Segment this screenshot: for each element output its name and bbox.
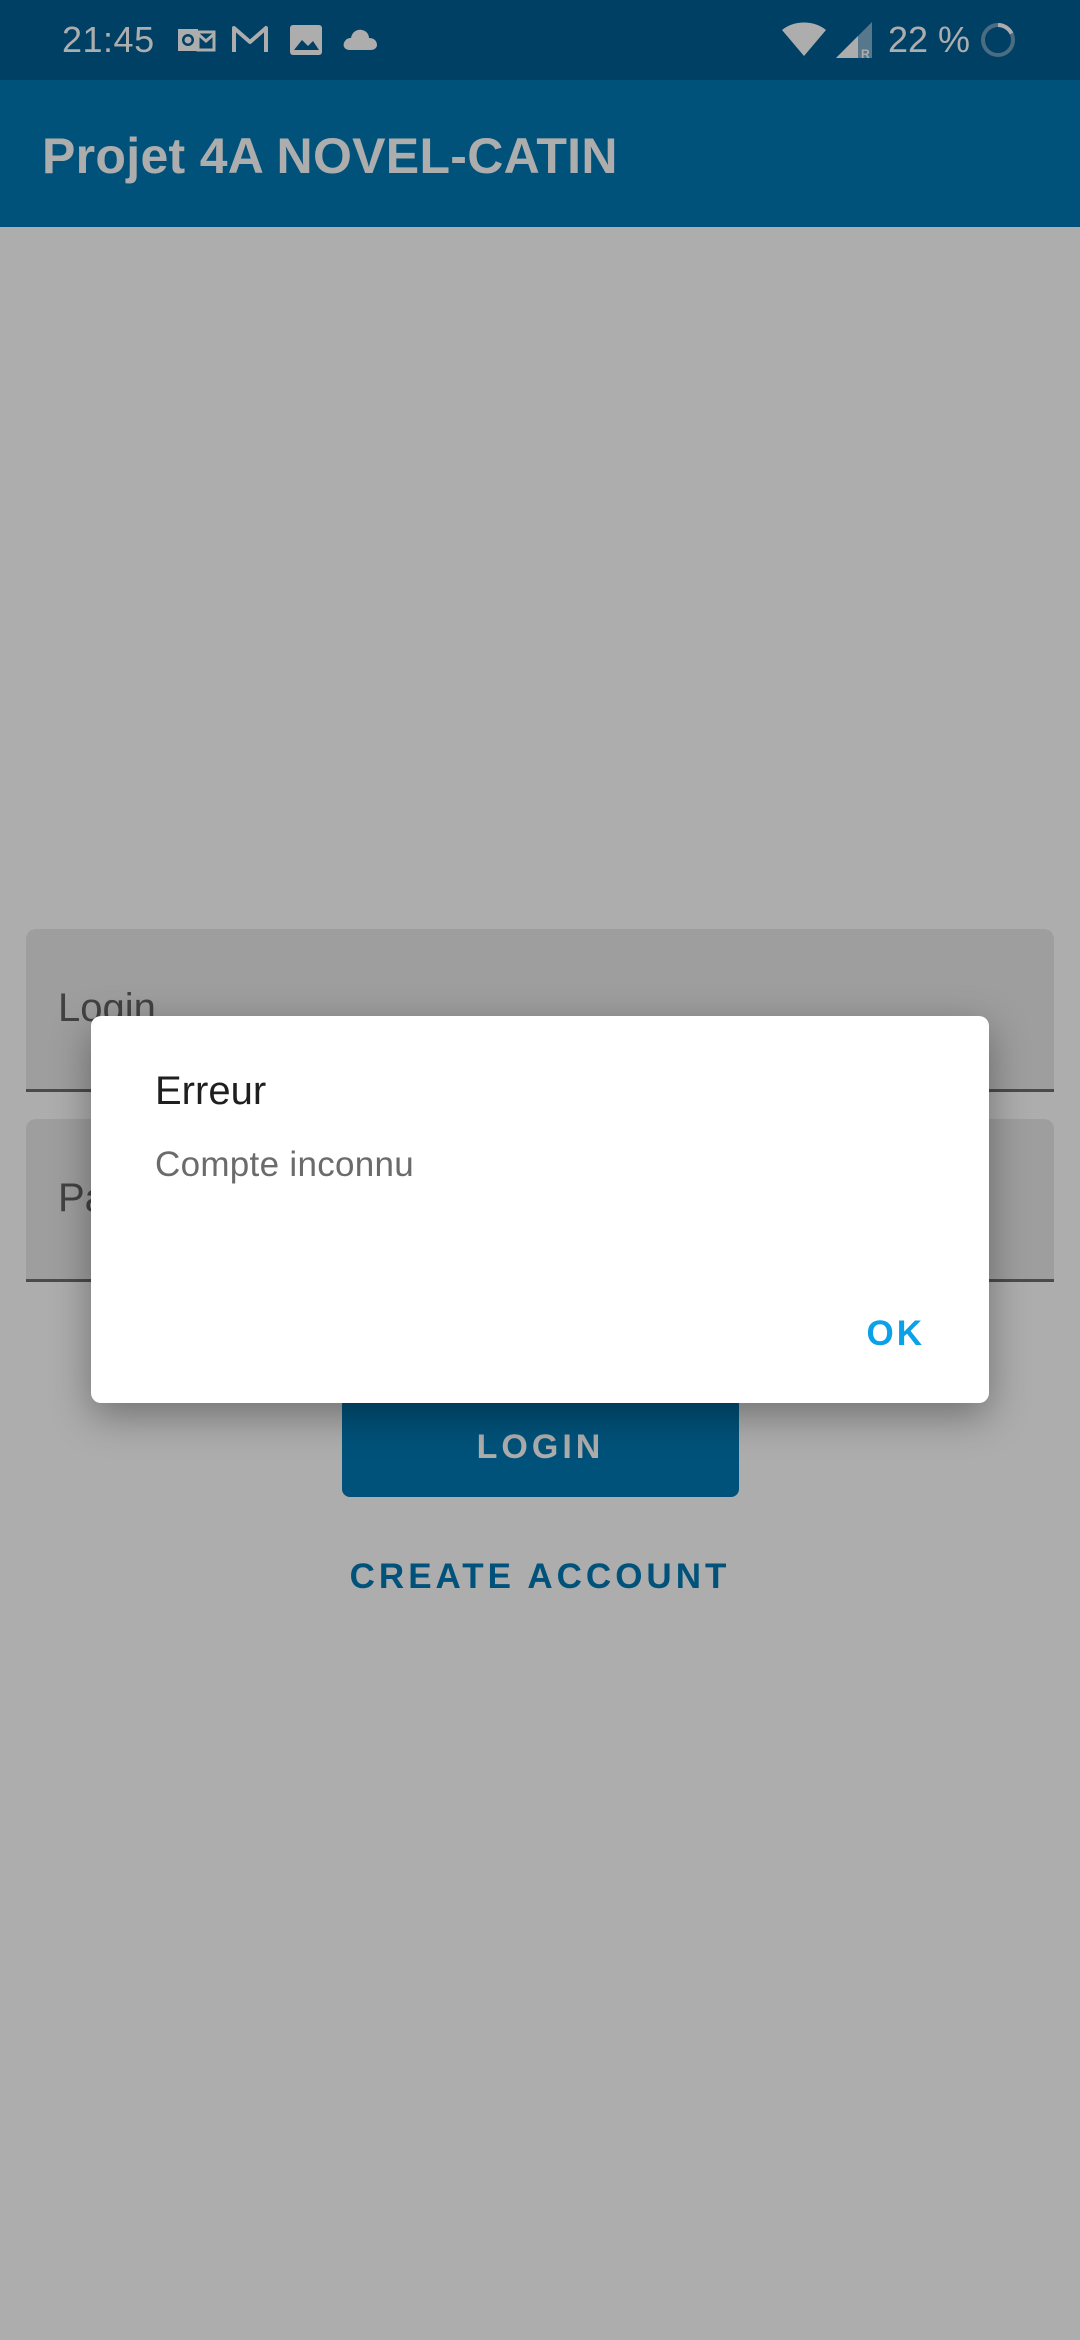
dialog-message: Compte inconnu [155, 1145, 415, 1184]
ok-button[interactable]: OK [867, 1312, 926, 1356]
error-dialog: Erreur Compte inconnu OK [91, 1016, 989, 1403]
dialog-title: Erreur [155, 1069, 267, 1113]
